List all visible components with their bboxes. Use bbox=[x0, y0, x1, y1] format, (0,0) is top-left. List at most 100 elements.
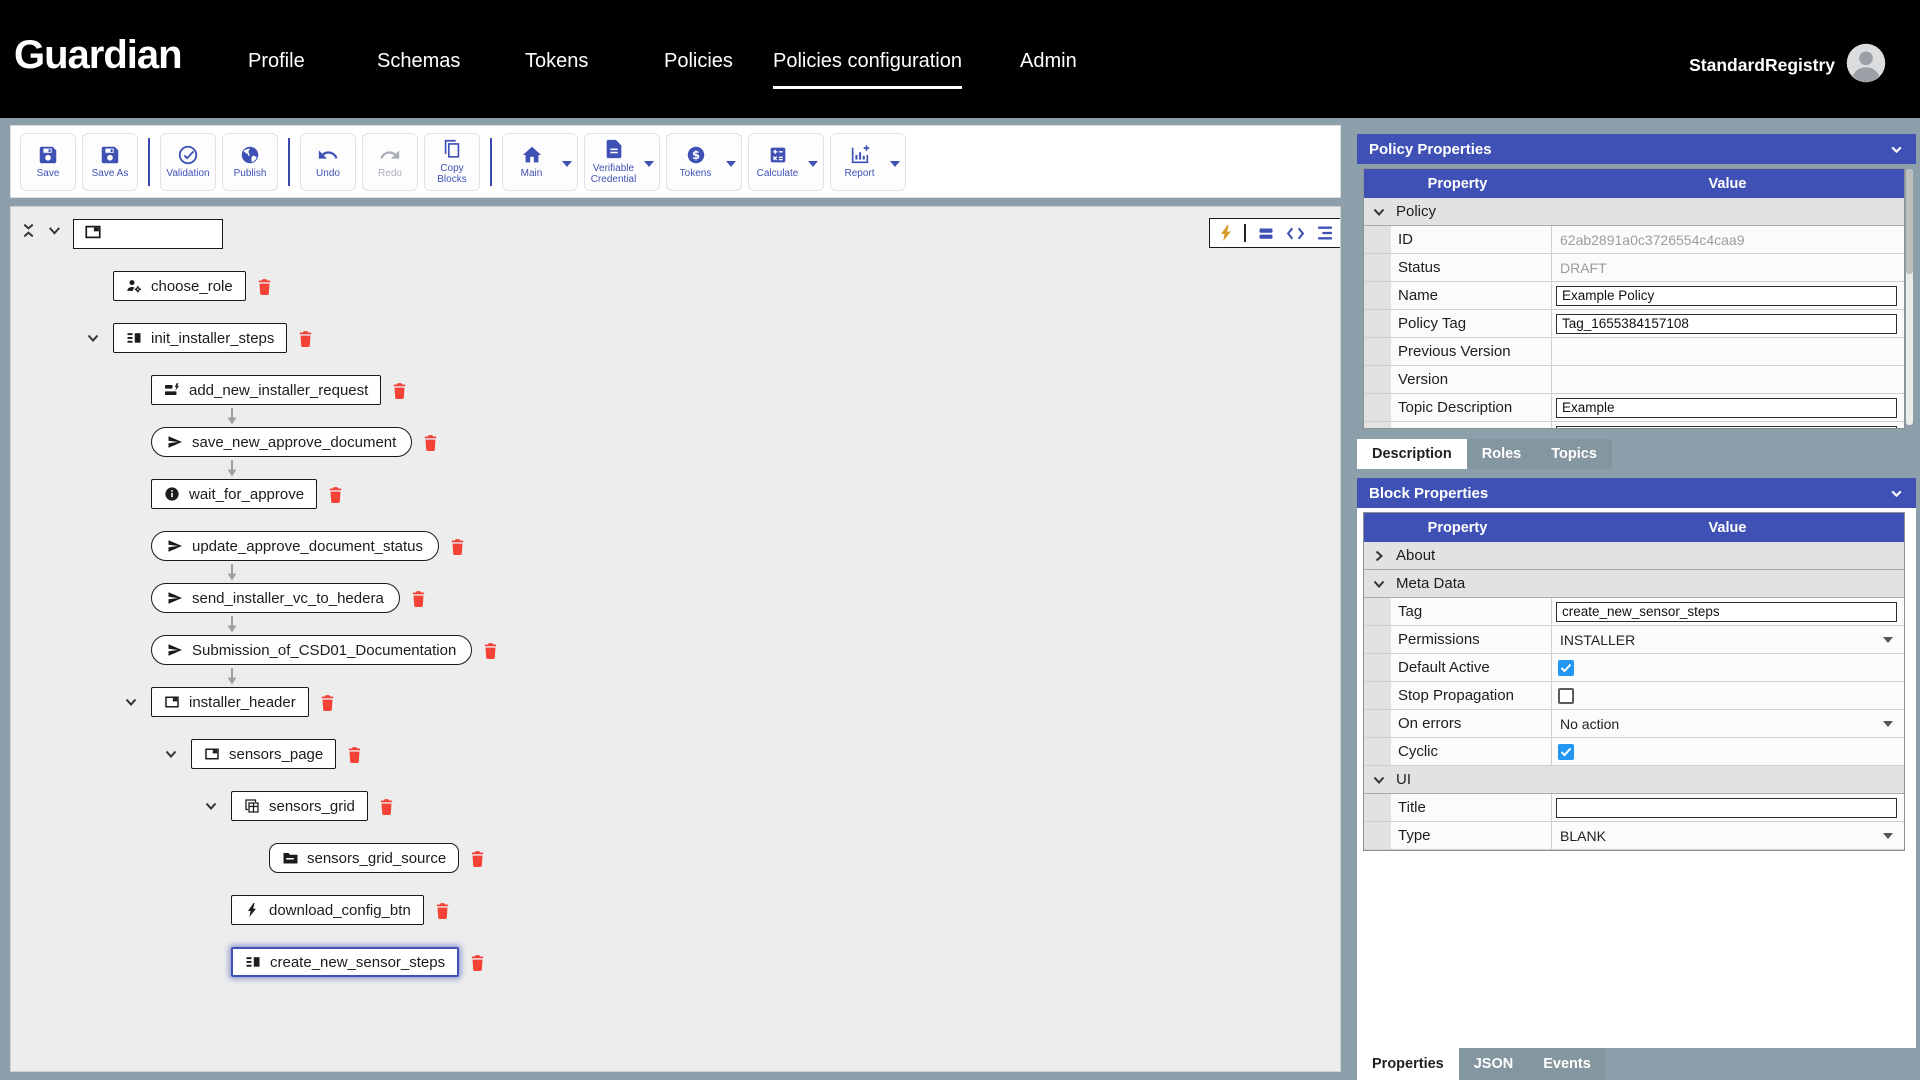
delete-block-button[interactable] bbox=[410, 589, 427, 608]
dropdown-caret-icon[interactable] bbox=[562, 160, 572, 167]
block-send_installer_vc_to_hedera[interactable]: send_installer_vc_to_hedera bbox=[151, 583, 400, 613]
policy-tab-roles[interactable]: Roles bbox=[1466, 439, 1537, 469]
panel-tab-events[interactable]: Events bbox=[1528, 1048, 1606, 1080]
delete-block-button[interactable] bbox=[319, 693, 336, 712]
group-row-meta-data[interactable]: Meta Data bbox=[1364, 570, 1904, 598]
group-row-about[interactable]: About bbox=[1364, 542, 1904, 570]
dropdown-caret-icon[interactable] bbox=[808, 160, 818, 167]
stop-propagation-checkbox[interactable] bbox=[1558, 687, 1574, 704]
expand-toggle-icon[interactable] bbox=[163, 746, 179, 762]
collapse-panel-icon[interactable] bbox=[1889, 142, 1904, 157]
delete-block-button[interactable] bbox=[449, 537, 466, 556]
root-block[interactable] bbox=[73, 219, 223, 249]
delete-block-button[interactable] bbox=[469, 953, 486, 972]
title-input[interactable] bbox=[1556, 797, 1897, 818]
policy-properties-table: Property Value Policy ID 62ab2891a0c372655… bbox=[1363, 168, 1905, 429]
user-menu[interactable]: StandardRegistry bbox=[1689, 42, 1887, 89]
copy-blocks-button[interactable]: Copy Blocks bbox=[424, 132, 480, 191]
report-button[interactable]: Report bbox=[830, 132, 906, 191]
cyclic-checkbox[interactable] bbox=[1558, 743, 1574, 760]
chevron-down-icon[interactable] bbox=[1371, 576, 1387, 592]
policy-tag-input[interactable]: Tag_1655384157108 bbox=[1556, 313, 1897, 334]
dropdown-caret-icon[interactable] bbox=[1883, 637, 1893, 643]
collapse-all-icon[interactable] bbox=[20, 222, 37, 239]
tag-input[interactable]: create_new_sensor_steps bbox=[1556, 601, 1897, 622]
delete-block-button[interactable] bbox=[327, 485, 344, 504]
block-update_approve_document_status[interactable]: update_approve_document_status bbox=[151, 531, 440, 561]
policy-tab-topics[interactable]: Topics bbox=[1536, 439, 1612, 469]
empty-input[interactable] bbox=[1556, 425, 1897, 428]
table-header: Property Value bbox=[1364, 513, 1904, 542]
delete-block-button[interactable] bbox=[378, 797, 395, 816]
chevron-right-icon[interactable] bbox=[1371, 548, 1387, 564]
panel-tab-json[interactable]: JSON bbox=[1458, 1048, 1529, 1080]
expand-toggle-icon[interactable] bbox=[85, 330, 101, 346]
tree-row: download_config_btn bbox=[231, 895, 451, 925]
validation-button[interactable]: Validation bbox=[160, 132, 216, 191]
delete-block-button[interactable] bbox=[346, 745, 363, 764]
tree-row: sensors_page bbox=[165, 739, 363, 769]
tree-row: installer_header bbox=[125, 687, 336, 717]
nav-item-schemas[interactable]: Schemas bbox=[377, 50, 460, 86]
canvas-view-controls bbox=[20, 222, 63, 239]
block-add_new_installer_request[interactable]: add_new_installer_request bbox=[151, 375, 382, 405]
block-wait_for_approve[interactable]: wait_for_approve bbox=[151, 479, 318, 509]
block-installer_header[interactable]: installer_header bbox=[151, 687, 309, 717]
code-view-icon[interactable] bbox=[1286, 226, 1305, 241]
block-choose_role[interactable]: choose_role bbox=[113, 271, 246, 301]
block-save_new_approve_document[interactable]: save_new_approve_document bbox=[151, 427, 413, 457]
default-active-checkbox[interactable] bbox=[1558, 659, 1574, 676]
tree-view-icon[interactable] bbox=[1316, 225, 1334, 241]
collapse-panel-icon[interactable] bbox=[1889, 486, 1904, 501]
verifiable-credential-button[interactable]: Verifiable Credential bbox=[584, 132, 660, 191]
panel-tab-properties[interactable]: Properties bbox=[1357, 1048, 1459, 1080]
expand-toggle-icon[interactable] bbox=[123, 694, 139, 710]
dropdown-caret-icon[interactable] bbox=[1883, 833, 1893, 839]
avatar[interactable] bbox=[1845, 42, 1887, 89]
publish-button[interactable]: Publish bbox=[222, 132, 278, 191]
expand-toggle-icon[interactable] bbox=[203, 798, 219, 814]
chevron-down-icon[interactable] bbox=[46, 222, 63, 239]
undo-button[interactable]: Undo bbox=[300, 132, 356, 191]
delete-block-button[interactable] bbox=[391, 381, 408, 400]
block-sensors_grid_source[interactable]: sensors_grid_source bbox=[269, 843, 460, 873]
nav-item-policies[interactable]: Policies bbox=[664, 50, 733, 86]
dropdown-caret-icon[interactable] bbox=[890, 160, 900, 167]
nav-item-tokens[interactable]: Tokens bbox=[525, 50, 588, 86]
dropdown-caret-icon[interactable] bbox=[644, 160, 654, 167]
delete-block-button[interactable] bbox=[256, 277, 273, 296]
delete-block-button[interactable] bbox=[482, 641, 499, 660]
name-input[interactable]: Example Policy bbox=[1556, 285, 1897, 306]
block-download_config_btn[interactable]: download_config_btn bbox=[231, 895, 424, 925]
policy-tab-description[interactable]: Description bbox=[1357, 439, 1467, 469]
events-bolt-icon[interactable] bbox=[1219, 224, 1233, 242]
block-sensors_page[interactable]: sensors_page bbox=[191, 739, 337, 769]
property-row-cyclic: Cyclic bbox=[1364, 738, 1904, 766]
delete-block-button[interactable] bbox=[422, 433, 439, 452]
scrollbar-thumb[interactable] bbox=[1906, 169, 1913, 274]
chevron-down-icon[interactable] bbox=[1371, 772, 1387, 788]
main-button[interactable]: Main bbox=[502, 132, 578, 191]
connector-arrow-icon bbox=[226, 460, 238, 477]
tokens-button[interactable]: $ Tokens bbox=[666, 132, 742, 191]
nav-item-admin[interactable]: Admin bbox=[1020, 50, 1077, 86]
block-create_new_sensor_steps[interactable]: create_new_sensor_steps bbox=[231, 947, 460, 977]
delete-block-button[interactable] bbox=[469, 849, 486, 868]
delete-block-button[interactable] bbox=[434, 901, 451, 920]
group-row-policy[interactable]: Policy bbox=[1364, 198, 1904, 226]
blocks-view-icon[interactable] bbox=[1257, 225, 1275, 242]
topic-description-input[interactable]: Example bbox=[1556, 397, 1897, 418]
block-Submission_of_CSD01_Documentation[interactable]: Submission_of_CSD01_Documentation bbox=[151, 635, 473, 665]
block-sensors_grid[interactable]: sensors_grid bbox=[231, 791, 368, 821]
dropdown-caret-icon[interactable] bbox=[1883, 721, 1893, 727]
save-button[interactable]: Save bbox=[20, 132, 76, 191]
chevron-down-icon[interactable] bbox=[1371, 204, 1387, 220]
block-init_installer_steps[interactable]: init_installer_steps bbox=[113, 323, 288, 353]
delete-block-button[interactable] bbox=[297, 329, 314, 348]
calculate-button[interactable]: Calculate bbox=[748, 132, 824, 191]
nav-item-profile[interactable]: Profile bbox=[248, 50, 305, 86]
group-row-ui[interactable]: UI bbox=[1364, 766, 1904, 794]
nav-item-policies-configuration[interactable]: Policies configuration bbox=[773, 50, 962, 89]
dropdown-caret-icon[interactable] bbox=[726, 160, 736, 167]
save-as-button[interactable]: Save As bbox=[82, 132, 138, 191]
